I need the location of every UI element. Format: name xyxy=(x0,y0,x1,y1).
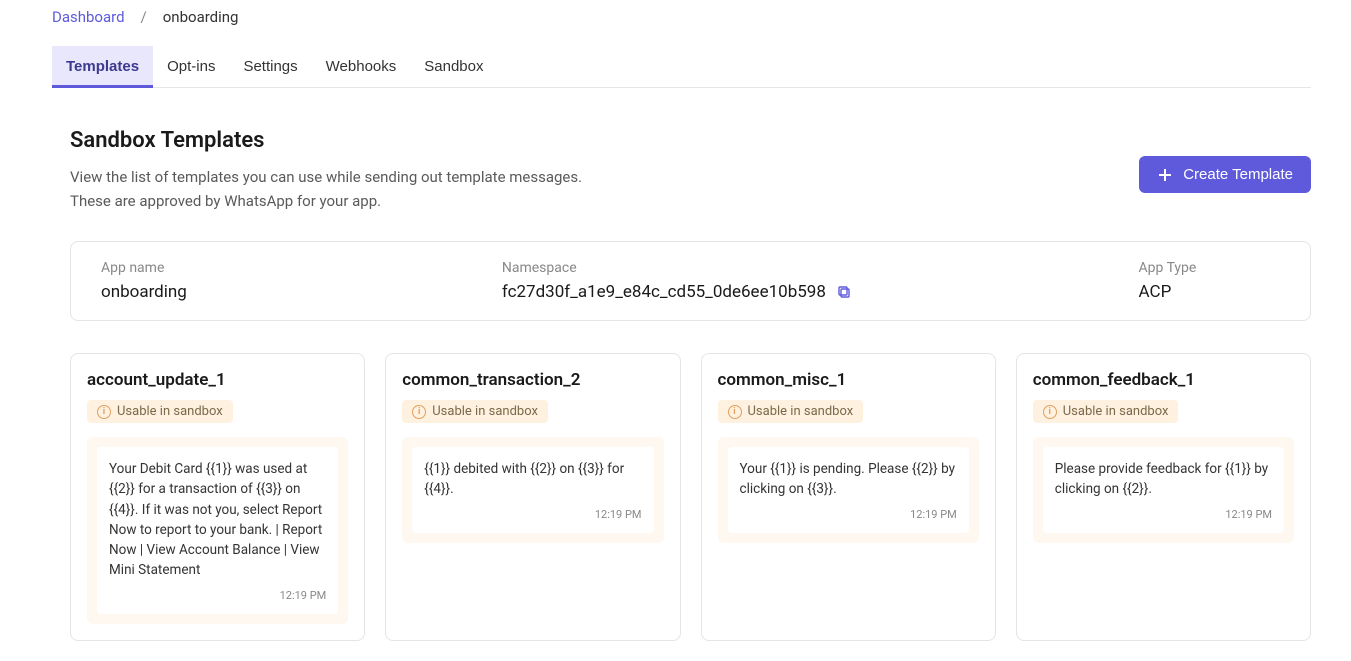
create-template-button[interactable]: Create Template xyxy=(1139,156,1311,193)
status-badge: i Usable in sandbox xyxy=(402,400,548,423)
status-badge: i Usable in sandbox xyxy=(87,400,233,423)
page-title: Sandbox Templates xyxy=(70,128,582,153)
plus-icon xyxy=(1157,167,1173,183)
tab-templates[interactable]: Templates xyxy=(52,46,153,87)
badge-text: Usable in sandbox xyxy=(117,404,223,419)
message-preview: {{1}} debited with {{2}} on {{3}} for {{… xyxy=(402,437,663,543)
message-time: 12:19 PM xyxy=(1055,508,1272,521)
message-text: Your Debit Card {{1}} was used at {{2}} … xyxy=(109,459,326,581)
template-card[interactable]: common_misc_1 i Usable in sandbox Your {… xyxy=(701,353,996,641)
message-text: Your {{1}} is pending. Please {{2}} by c… xyxy=(740,459,957,500)
info-icon: i xyxy=(728,405,742,419)
template-grid: account_update_1 i Usable in sandbox You… xyxy=(70,353,1311,641)
namespace-label: Namespace xyxy=(502,260,1139,276)
message-preview: Your {{1}} is pending. Please {{2}} by c… xyxy=(718,437,979,543)
breadcrumb-dashboard-link[interactable]: Dashboard xyxy=(52,8,125,26)
tabs-container: Templates Opt-ins Settings Webhooks Sand… xyxy=(52,46,1311,88)
template-name: common_misc_1 xyxy=(718,370,979,390)
breadcrumb: Dashboard / onboarding xyxy=(52,8,1311,26)
message-preview: Please provide feedback for {{1}} by cli… xyxy=(1033,437,1294,543)
tab-opt-ins[interactable]: Opt-ins xyxy=(153,46,229,87)
template-name: account_update_1 xyxy=(87,370,348,390)
message-text: {{1}} debited with {{2}} on {{3}} for {{… xyxy=(424,459,641,500)
create-template-label: Create Template xyxy=(1183,166,1293,183)
status-badge: i Usable in sandbox xyxy=(718,400,864,423)
page-header: Sandbox Templates View the list of templ… xyxy=(52,128,1311,213)
tab-settings[interactable]: Settings xyxy=(229,46,311,87)
badge-text: Usable in sandbox xyxy=(1063,404,1169,419)
template-card[interactable]: account_update_1 i Usable in sandbox You… xyxy=(70,353,365,641)
app-type-value: ACP xyxy=(1139,282,1280,302)
info-icon: i xyxy=(412,405,426,419)
message-time: 12:19 PM xyxy=(424,508,641,521)
app-name-label: App name xyxy=(101,260,502,276)
info-icon: i xyxy=(97,405,111,419)
template-name: common_transaction_2 xyxy=(402,370,663,390)
template-card[interactable]: common_transaction_2 i Usable in sandbox… xyxy=(385,353,680,641)
namespace-value: fc27d30f_a1e9_e84c_cd55_0de6ee10b598 xyxy=(502,282,826,302)
copy-icon[interactable] xyxy=(836,284,852,300)
message-text: Please provide feedback for {{1}} by cli… xyxy=(1055,459,1272,500)
status-badge: i Usable in sandbox xyxy=(1033,400,1179,423)
app-info-card: App name onboarding Namespace fc27d30f_a… xyxy=(70,241,1311,321)
info-icon: i xyxy=(1043,405,1057,419)
template-name: common_feedback_1 xyxy=(1033,370,1294,390)
message-time: 12:19 PM xyxy=(109,589,326,602)
app-type-label: App Type xyxy=(1139,260,1280,276)
badge-text: Usable in sandbox xyxy=(748,404,854,419)
page-subtitle-line2: These are approved by WhatsApp for your … xyxy=(70,189,582,213)
tab-sandbox[interactable]: Sandbox xyxy=(410,46,497,87)
message-preview: Your Debit Card {{1}} was used at {{2}} … xyxy=(87,437,348,624)
page-subtitle-line1: View the list of templates you can use w… xyxy=(70,165,582,189)
breadcrumb-current: onboarding xyxy=(163,8,239,26)
badge-text: Usable in sandbox xyxy=(432,404,538,419)
template-card[interactable]: common_feedback_1 i Usable in sandbox Pl… xyxy=(1016,353,1311,641)
app-name-value: onboarding xyxy=(101,282,502,302)
breadcrumb-separator: / xyxy=(141,8,147,26)
tab-webhooks[interactable]: Webhooks xyxy=(312,46,411,87)
message-time: 12:19 PM xyxy=(740,508,957,521)
